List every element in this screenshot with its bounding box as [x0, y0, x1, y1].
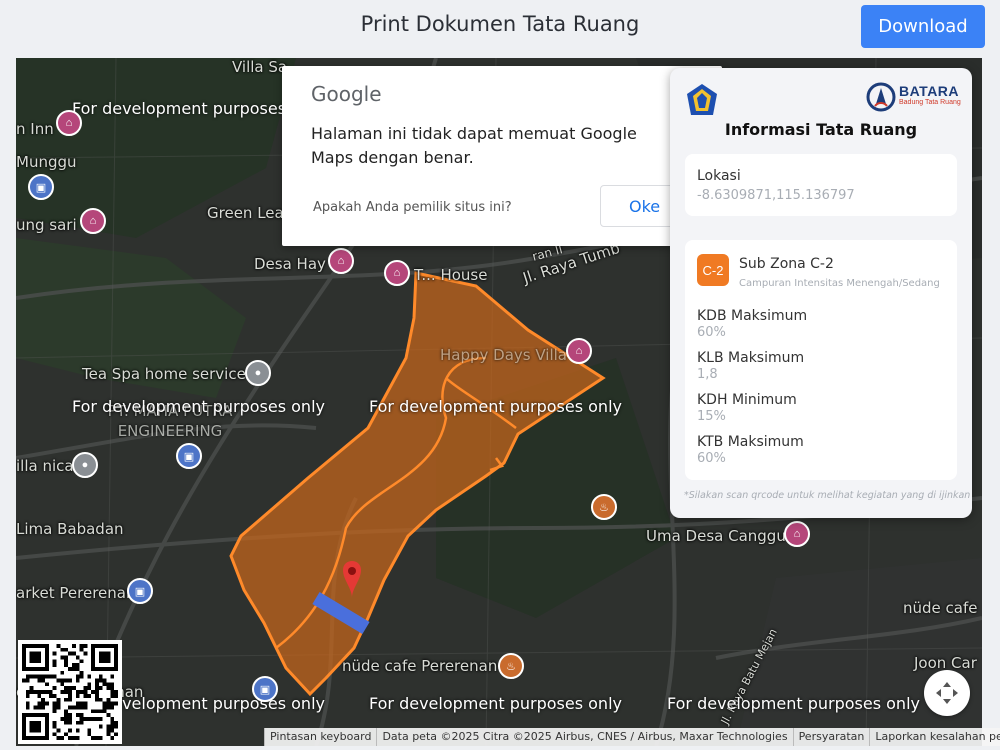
badung-emblem-icon: [687, 84, 717, 115]
map-attribution: Pintasan keyboard Data peta ©2025 Citra …: [264, 728, 1000, 746]
zone-description: Campuran Intensitas Menengah/Sedang: [739, 278, 940, 289]
dev-watermark: For development purposes only: [667, 694, 920, 713]
batara-emblem-icon: [866, 82, 896, 112]
download-button[interactable]: Download: [861, 5, 985, 48]
keyboard-shortcuts-link[interactable]: Pintasan keyboard: [264, 728, 377, 746]
footnote: *Silakan scan qrcode untuk melihat kegia…: [684, 490, 971, 501]
dev-watermark: For development purposes o: [72, 99, 301, 118]
ktb-item: KTB Maksimum 60%: [697, 434, 804, 466]
ktb-value: 60%: [697, 451, 726, 466]
map-label: nüde cafe Pererenan: [342, 657, 498, 675]
hotel-poi-icon[interactable]: ⌂: [328, 248, 354, 274]
info-title: Informasi Tata Ruang: [724, 120, 918, 139]
kdb-value: 60%: [697, 325, 726, 340]
kdh-value: 15%: [697, 409, 726, 424]
hotel-poi-icon[interactable]: ⌂: [566, 338, 592, 364]
map-label: Munggu: [16, 153, 77, 171]
location-value: -8.6309871,115.136797: [697, 188, 855, 203]
map-label: Villa Sa: [232, 58, 288, 76]
map-label: Lima Babadan: [16, 520, 124, 538]
error-message: Halaman ini tidak dapat memuat Google Ma…: [311, 124, 637, 167]
map-label: illa nica: [16, 457, 74, 475]
klb-label: KLB Maksimum: [697, 350, 805, 366]
brand-name: BATARA: [899, 83, 960, 99]
cafe-poi-icon[interactable]: ♨: [498, 653, 524, 679]
google-logo: Google: [311, 82, 382, 106]
qr-code: [18, 640, 122, 744]
kdb-label: KDB Maksimum: [697, 308, 808, 324]
hotel-poi-icon[interactable]: ⌂: [384, 260, 410, 286]
place-poi-icon[interactable]: ●: [72, 452, 98, 478]
map-label: n Inn: [16, 120, 54, 138]
ktb-label: KTB Maksimum: [697, 434, 804, 450]
report-error-link[interactable]: Laporkan kesalahan peta: [869, 728, 1000, 746]
brand-subtitle: Badung Tata Ruang: [899, 99, 961, 106]
google-maps-error-dialog: Google Halaman ini tidak dapat memuat Go…: [282, 66, 722, 246]
dev-watermark: For development purposes only: [369, 397, 622, 416]
map-data-credit: Data peta ©2025 Citra ©2025 Airbus, CNES…: [376, 728, 793, 746]
map-label: Happy Days Villa: [440, 346, 567, 364]
klb-item: KLB Maksimum 1,8: [697, 350, 804, 382]
dev-watermark: For development purposes only: [72, 397, 325, 416]
shopping-poi-icon[interactable]: ▣: [28, 174, 54, 200]
map-label: Desa Hay: [254, 255, 326, 273]
zone-card: C-2 Sub Zona C-2 Campuran Intensitas Men…: [685, 240, 957, 480]
map-label: arket Pererenan: [16, 584, 136, 602]
location-card: Lokasi -8.6309871,115.136797: [685, 154, 957, 216]
hotel-poi-icon[interactable]: ⌂: [80, 208, 106, 234]
hotel-poi-icon[interactable]: ⌂: [56, 110, 82, 136]
place-poi-icon[interactable]: ●: [245, 360, 271, 386]
map-camera-control-icon[interactable]: [924, 670, 970, 716]
kdh-label: KDH Minimum: [697, 392, 797, 408]
info-panel: BATARA Badung Tata Ruang Informasi Tata …: [670, 68, 972, 518]
dev-watermark: For development purposes only: [369, 694, 622, 713]
map-label: Green Lea: [207, 204, 284, 222]
restaurant-poi-icon[interactable]: ♨: [591, 494, 617, 520]
zone-name: Sub Zona C-2: [739, 256, 834, 272]
terms-link[interactable]: Persyaratan: [792, 728, 870, 746]
map-label: T... House: [414, 266, 488, 284]
map-label: Uma Desa Canggu: [646, 527, 786, 545]
shopping-poi-icon[interactable]: ▣: [176, 443, 202, 469]
batara-logo: BATARA Badung Tata Ruang: [866, 82, 961, 112]
shopping-poi-icon[interactable]: ▣: [252, 676, 278, 702]
page-title: Print Dokumen Tata Ruang: [360, 12, 640, 36]
map-label: Tea Spa home service: [82, 365, 246, 383]
location-label: Lokasi: [697, 168, 741, 184]
hotel-poi-icon[interactable]: ⌂: [784, 521, 810, 547]
map-label: nüde cafe: [903, 599, 978, 617]
shopping-poi-icon[interactable]: ▣: [127, 578, 153, 604]
qr-code-image: [22, 644, 118, 740]
zone-code-badge: C-2: [697, 254, 729, 286]
map-label: ung sari: [16, 216, 77, 234]
klb-value: 1,8: [697, 367, 718, 382]
site-owner-question[interactable]: Apakah Anda pemilik situs ini?: [313, 200, 512, 215]
kdh-item: KDH Minimum 15%: [697, 392, 797, 424]
kdb-item: KDB Maksimum 60%: [697, 308, 807, 340]
